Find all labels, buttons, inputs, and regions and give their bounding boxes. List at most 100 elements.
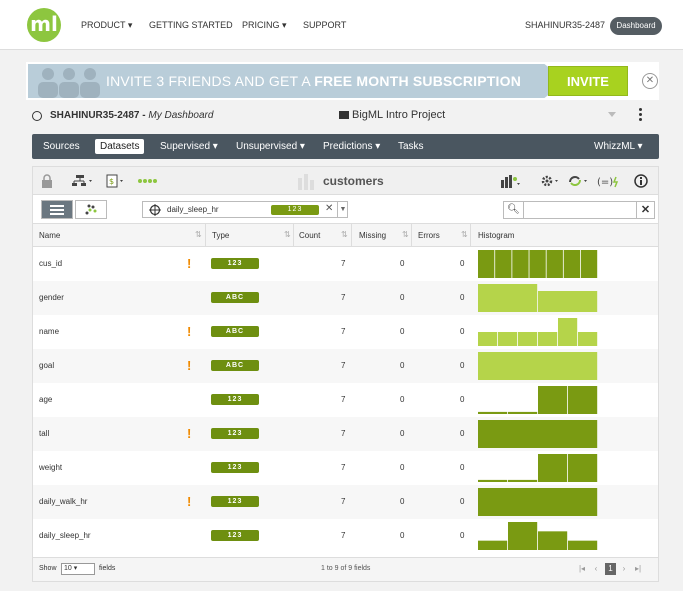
sort-icon[interactable]: ⇅ [461,230,468,239]
scatter-view-button[interactable] [75,200,107,219]
field-name[interactable]: daily_walk_hr [39,497,87,506]
histogram-bar[interactable] [529,250,546,278]
histogram[interactable] [478,454,598,482]
histogram-bar[interactable] [478,488,598,516]
clear-search-icon[interactable]: ✕ [636,202,654,218]
warning-icon[interactable]: ! [187,358,191,373]
histogram-bar[interactable] [518,332,538,346]
histogram-bar[interactable] [546,250,563,278]
field-name[interactable]: daily_sleep_hr [39,531,91,540]
objective-field-select[interactable]: daily_sleep_hr 123 ✕ ▼ [142,201,348,218]
field-name[interactable]: age [39,395,52,404]
info-icon[interactable] [634,174,648,188]
dashboard-button[interactable]: Dashboard [610,17,662,35]
histogram-bar[interactable] [578,332,598,346]
sync-icon[interactable] [567,174,591,188]
dataset-config-icon[interactable]: $ [106,174,126,188]
histogram-bar[interactable] [568,540,598,550]
field-name[interactable]: gender [39,293,64,302]
histogram-bar[interactable] [478,420,598,448]
gear-icon[interactable] [540,174,562,188]
menu-whizzml[interactable]: WhizzML ▾ [594,141,643,152]
histogram-bar[interactable] [478,352,598,380]
histogram[interactable] [478,318,598,346]
model-tree-icon[interactable] [71,174,95,188]
menu-predictions[interactable]: Predictions ▾ [323,141,380,152]
sort-icon[interactable]: ⇅ [402,230,409,239]
histogram-bar[interactable] [568,386,598,414]
project-selector[interactable]: BigML Intro Project [352,109,445,121]
menu-sources[interactable]: Sources [43,141,80,152]
sort-icon[interactable]: ⇅ [195,230,202,239]
warning-icon[interactable]: ! [187,426,191,441]
histogram-bar[interactable] [538,332,558,346]
col-errors[interactable]: Errors [418,231,440,240]
prev-page-icon[interactable]: ‹ [591,563,601,575]
histogram-bar[interactable] [538,386,568,414]
col-missing[interactable]: Missing [359,231,386,240]
more-options-icon[interactable] [639,108,643,124]
histogram-bar[interactable] [478,411,508,414]
menu-datasets[interactable]: Datasets [95,139,145,154]
warning-icon[interactable]: ! [187,324,191,339]
username-link[interactable]: SHAHINUR35-2487 [525,20,605,30]
table-row[interactable]: tall ! 123 7 0 0 [33,417,658,451]
nav-product[interactable]: PRODUCT ▾ [81,20,132,31]
table-row[interactable]: age 123 7 0 0 [33,383,658,417]
histogram-bar[interactable] [478,284,538,312]
nav-pricing[interactable]: PRICING ▾ [242,20,287,31]
clear-objective-icon[interactable]: ✕ [325,203,333,214]
dashboard-breadcrumb[interactable]: SHAHINUR35-2487 - My Dashboard [50,110,213,121]
invite-button[interactable]: INVITE [548,66,628,96]
field-name[interactable]: name [39,327,59,336]
histogram-bar[interactable] [495,250,512,278]
field-name[interactable]: tall [39,429,49,438]
bigml-logo[interactable]: ml [27,8,61,42]
nav-support[interactable]: SUPPORT [303,20,346,30]
col-count[interactable]: Count [299,231,320,240]
close-icon[interactable]: ✕ [642,73,658,89]
search-input[interactable] [526,203,634,217]
histogram-bar[interactable] [478,540,508,550]
table-row[interactable]: gender ABC 7 0 0 [33,281,658,315]
histogram[interactable] [478,522,598,550]
histogram-bar[interactable] [538,291,598,312]
col-name[interactable]: Name [39,231,60,240]
histogram-bar[interactable] [558,318,578,346]
histogram[interactable] [478,352,598,380]
field-name[interactable]: weight [39,463,62,472]
first-page-icon[interactable]: |◂ [577,563,587,575]
menu-unsupervised[interactable]: Unsupervised ▾ [236,141,305,152]
menu-tasks[interactable]: Tasks [398,141,424,152]
histogram-bar[interactable] [563,250,581,278]
table-row[interactable]: cus_id ! 123 7 0 0 [33,247,658,281]
formula-icon[interactable]: (=) [597,174,623,188]
histogram-bar[interactable] [512,250,529,278]
histogram[interactable] [478,250,598,278]
chevron-down-icon[interactable] [608,112,616,117]
histogram-bar[interactable] [508,411,538,414]
histogram-bar[interactable] [478,479,508,482]
histogram-bar[interactable] [478,250,495,278]
col-type[interactable]: Type [212,231,229,240]
table-row[interactable]: weight 123 7 0 0 [33,451,658,485]
current-page[interactable]: 1 [605,563,616,575]
field-name[interactable]: goal [39,361,54,370]
warning-icon[interactable]: ! [187,256,191,271]
page-size-select[interactable]: 10 ▾ [61,563,95,575]
histogram-bar[interactable] [508,522,538,550]
histogram[interactable] [478,284,598,312]
histogram-bar[interactable] [478,332,498,346]
sort-icon[interactable]: ⇅ [341,230,348,239]
sort-icon[interactable]: ⇅ [284,230,291,239]
histogram[interactable] [478,386,598,414]
list-view-button[interactable] [41,200,73,219]
chevron-down-icon[interactable]: ▼ [337,201,348,218]
table-row[interactable]: goal ! ABC 7 0 0 [33,349,658,383]
histogram-bar[interactable] [580,250,598,278]
histogram-bar[interactable] [508,479,538,482]
lock-icon[interactable] [41,174,53,188]
configure-model-icon[interactable] [500,174,522,188]
menu-supervised[interactable]: Supervised ▾ [160,141,218,152]
table-row[interactable]: daily_sleep_hr 123 7 0 0 [33,519,658,553]
